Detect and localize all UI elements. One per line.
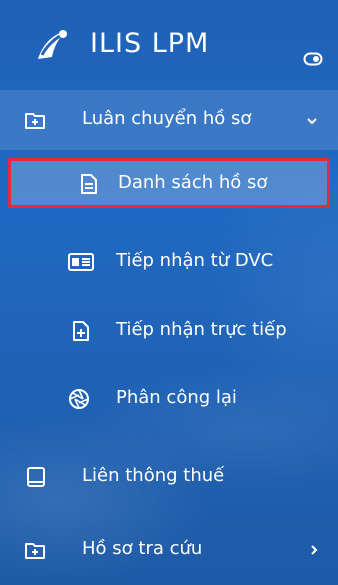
sidebar-toggle-icon[interactable] — [303, 52, 323, 66]
document-icon — [81, 174, 97, 194]
aperture-icon — [69, 389, 89, 409]
menu-label: Danh sách hồ sơ — [118, 172, 268, 193]
menu-item-danh-sach-ho-so[interactable]: Danh sách hồ sơ — [8, 158, 330, 208]
menu-item-tiep-nhan-truc-tiep[interactable]: Tiếp nhận trực tiếp — [0, 301, 338, 361]
menu-item-tiep-nhan-tu-dvc[interactable]: Tiếp nhận từ DVC — [0, 232, 338, 292]
menu-item-lien-thong-thue[interactable]: Liên thông thuế — [0, 447, 338, 507]
menu-item-phan-cong-lai[interactable]: Phân công lại — [0, 369, 338, 429]
chevron-down-icon — [307, 118, 317, 125]
book-icon — [27, 467, 45, 487]
logo-icon — [38, 30, 67, 59]
menu-label: Luân chuyển hồ sơ — [82, 108, 252, 129]
menu-label: Tiếp nhận từ DVC — [116, 250, 274, 271]
file-plus-icon — [73, 321, 89, 341]
menu-item-luan-chuyen-ho-so[interactable]: Luân chuyển hồ sơ — [0, 90, 338, 150]
chevron-right-icon — [311, 545, 318, 555]
folder-plus-icon — [25, 543, 45, 559]
menu-label: Hồ sơ tra cứu — [82, 538, 203, 559]
sidebar-header: ILIS LPM — [0, 0, 338, 88]
folder-plus-icon — [25, 113, 45, 129]
menu-label: Tiếp nhận trực tiếp — [116, 319, 287, 340]
id-card-icon — [68, 253, 94, 271]
menu-label: Phân công lại — [116, 387, 237, 408]
menu-item-ho-so-tra-cuu[interactable]: Hồ sơ tra cứu — [0, 520, 338, 580]
sidebar: ILIS LPM Luân chuyển hồ sơ Danh sách hồ … — [0, 0, 338, 585]
menu-label: Liên thông thuế — [82, 465, 225, 486]
app-title: ILIS LPM — [90, 28, 210, 59]
